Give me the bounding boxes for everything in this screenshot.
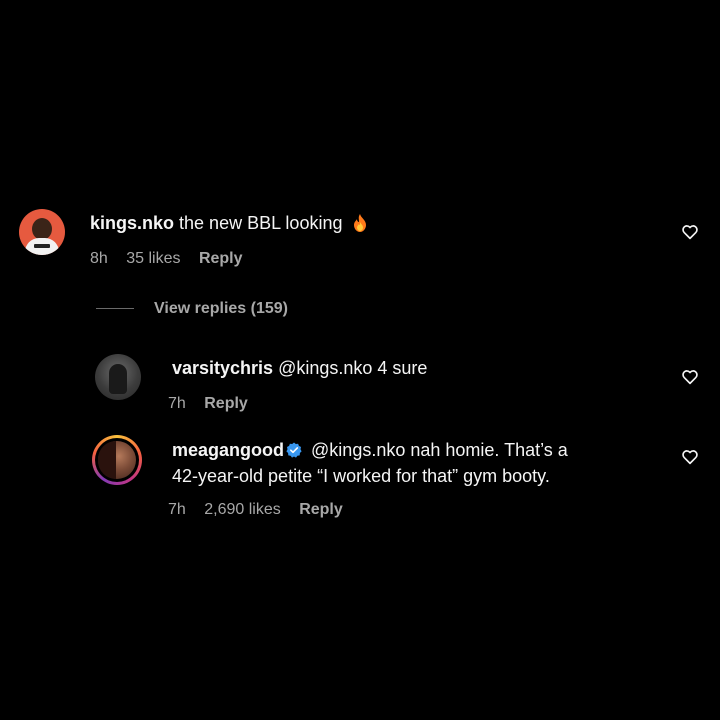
- comment-body-line1: @kings.nko nah homie. That’s a: [311, 440, 568, 460]
- comment-text-line: meagangood @kings.nko nah homie. That’s …: [172, 439, 568, 461]
- comment-text-line: varsitychris @kings.nko 4 sure: [172, 357, 427, 379]
- view-replies-label: View replies (159): [154, 300, 288, 317]
- avatar-figure: [109, 364, 127, 394]
- comment-body: @kings.nko 4 sure: [278, 358, 428, 378]
- fire-icon: [352, 214, 368, 232]
- avatar[interactable]: [19, 209, 65, 255]
- comment-text-line: kings.nko the new BBL looking: [90, 212, 368, 234]
- avatar[interactable]: [95, 354, 141, 400]
- verified-badge-icon: [286, 442, 302, 458]
- comment-meta: 7h Reply: [168, 394, 262, 414]
- comment-username[interactable]: varsitychris: [172, 358, 273, 378]
- reply-button[interactable]: Reply: [204, 395, 248, 412]
- comment-username[interactable]: meagangood: [172, 440, 284, 460]
- comment-time: 7h: [168, 395, 186, 412]
- heart-icon[interactable]: [681, 448, 699, 466]
- comment-body-line2: 42-year-old petite “I worked for that” g…: [172, 466, 550, 486]
- comment-body: the new BBL looking: [179, 213, 343, 233]
- avatar-shirt-print: [34, 244, 50, 248]
- comment-username[interactable]: kings.nko: [90, 213, 174, 233]
- view-replies-button[interactable]: View replies (159): [96, 299, 288, 319]
- heart-icon[interactable]: [681, 368, 699, 386]
- comment-time: 7h: [168, 501, 186, 518]
- divider-dash: [96, 308, 134, 310]
- reply-button[interactable]: Reply: [299, 501, 343, 518]
- comment-likes[interactable]: 2,690 likes: [204, 501, 281, 518]
- avatar-face: [32, 218, 52, 240]
- comment-time: 8h: [90, 250, 108, 267]
- avatar[interactable]: [92, 435, 142, 485]
- comment-likes[interactable]: 35 likes: [126, 250, 180, 267]
- heart-icon[interactable]: [681, 223, 699, 241]
- comment-meta: 8h 35 likes Reply: [90, 249, 257, 269]
- reply-button[interactable]: Reply: [199, 250, 243, 267]
- comment-meta: 7h 2,690 likes Reply: [168, 500, 357, 520]
